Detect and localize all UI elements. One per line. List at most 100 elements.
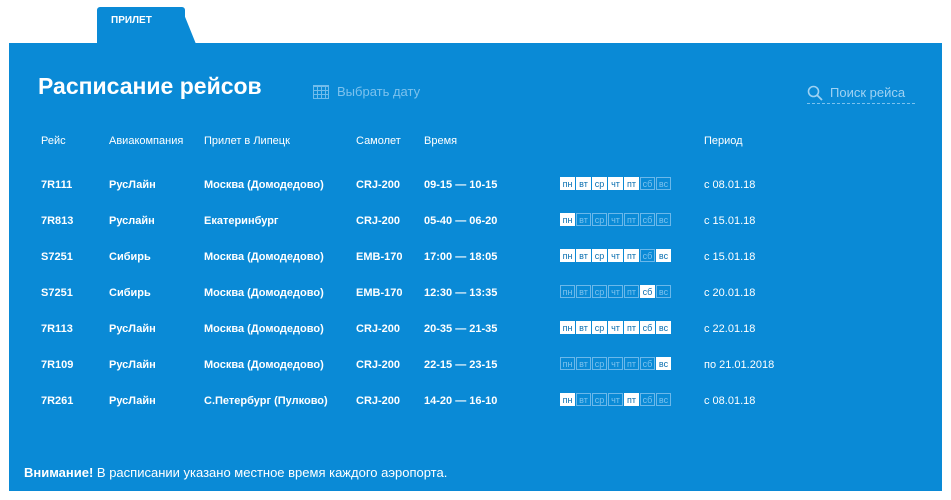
- weekday-inactive: пн: [560, 357, 575, 370]
- weekday-active: вс: [656, 357, 671, 370]
- table-row: S7251 Сибирь Москва (Домодедово) EMB-170 17:…: [9, 247, 942, 267]
- weekday-active: пт: [624, 177, 639, 190]
- weekday-active: чт: [608, 249, 623, 262]
- cell-flight: 7R113: [41, 323, 73, 335]
- weekday-active: чт: [608, 177, 623, 190]
- cell-aircraft: CRJ-200: [356, 179, 401, 191]
- cell-period: с 15.01.18: [704, 215, 756, 227]
- weekday-inactive: вт: [576, 393, 591, 406]
- weekday-inactive: сб: [640, 357, 655, 370]
- weekday-inactive: вс: [656, 213, 671, 226]
- search-icon: [807, 85, 823, 101]
- cell-period: с 22.01.18: [704, 323, 756, 335]
- weekday-inactive: чт: [608, 357, 623, 370]
- column-header-arrival: Прилет в Липецк: [204, 135, 290, 147]
- weekday-inactive: сб: [640, 249, 655, 262]
- weekday-indicators: пн вт ср чт пт сб вс: [560, 285, 671, 298]
- cell-airline: РусЛайн: [109, 179, 156, 191]
- cell-origin: С.Петербург (Пулково): [204, 395, 328, 407]
- cell-origin: Москва (Домодедово): [204, 359, 324, 371]
- table-row: 7R261 РусЛайн С.Петербург (Пулково) CRJ-200…: [9, 391, 942, 411]
- weekday-inactive: ср: [592, 213, 607, 226]
- notice-warning: Внимание!: [24, 465, 94, 480]
- page-title: Расписание рейсов: [38, 73, 262, 99]
- table-row: 7R813 Руслайн Екатеринбург CRJ-200 05-40 — 0…: [9, 211, 942, 231]
- weekday-active: пн: [560, 393, 575, 406]
- weekday-inactive: чт: [608, 285, 623, 298]
- cell-origin: Екатеринбург: [204, 215, 279, 227]
- cell-time: 20-35 — 21-35: [424, 323, 498, 335]
- weekday-active: ср: [592, 321, 607, 334]
- weekday-active: чт: [608, 321, 623, 334]
- cell-time: 22-15 — 23-15: [424, 359, 498, 371]
- weekday-active: вс: [656, 321, 671, 334]
- table-row: S7251 Сибирь Москва (Домодедово) EMB-170 12:…: [9, 283, 942, 303]
- weekday-active: вс: [656, 249, 671, 262]
- weekday-indicators: пн вт ср чт пт сб вс: [560, 177, 671, 190]
- weekday-active: пн: [560, 177, 575, 190]
- weekday-inactive: сб: [640, 213, 655, 226]
- select-date-label: Выбрать дату: [337, 84, 421, 99]
- search-label: Поиск рейса: [830, 85, 906, 100]
- weekday-active: пт: [624, 249, 639, 262]
- cell-aircraft: CRJ-200: [356, 215, 401, 227]
- tab-arrivals-label: ПРИЛЕТ: [111, 15, 152, 26]
- weekday-inactive: ср: [592, 285, 607, 298]
- weekday-inactive: ср: [592, 393, 607, 406]
- weekday-active: ср: [592, 249, 607, 262]
- weekday-inactive: пт: [624, 285, 639, 298]
- weekday-inactive: ср: [592, 357, 607, 370]
- cell-flight: 7R109: [41, 359, 74, 371]
- column-header-time: Время: [424, 135, 458, 147]
- weekday-indicators: пн вт ср чт пт сб вс: [560, 321, 671, 334]
- cell-time: 05-40 — 06-20: [424, 215, 498, 227]
- cell-period: с 08.01.18: [704, 395, 756, 407]
- weekday-inactive: вс: [656, 393, 671, 406]
- cell-origin: Москва (Домодедово): [204, 287, 324, 299]
- weekday-inactive: чт: [608, 213, 623, 226]
- cell-airline: РусЛайн: [109, 395, 156, 407]
- cell-time: 17:00 — 18:05: [424, 251, 498, 263]
- weekday-indicators: пн вт ср чт пт сб вс: [560, 393, 671, 406]
- weekday-active: ср: [592, 177, 607, 190]
- weekday-active: пн: [560, 321, 575, 334]
- weekday-active: вт: [576, 249, 591, 262]
- cell-origin: Москва (Домодедово): [204, 251, 324, 263]
- weekday-inactive: пт: [624, 213, 639, 226]
- cell-period: по 21.01.2018: [704, 359, 775, 371]
- cell-flight: 7R111: [41, 179, 73, 191]
- weekday-active: сб: [640, 321, 655, 334]
- cell-origin: Москва (Домодедово): [204, 323, 324, 335]
- weekday-inactive: вс: [656, 285, 671, 298]
- cell-origin: Москва (Домодедово): [204, 179, 324, 191]
- cell-airline: Руслайн: [109, 215, 155, 227]
- weekday-inactive: вс: [656, 177, 671, 190]
- timezone-notice: Внимание! В расписании указано местное в…: [24, 465, 447, 480]
- weekday-active: вт: [576, 321, 591, 334]
- weekday-inactive: пт: [624, 357, 639, 370]
- cell-flight: 7R813: [41, 215, 74, 227]
- cell-period: с 20.01.18: [704, 287, 756, 299]
- weekday-inactive: сб: [640, 177, 655, 190]
- cell-aircraft: CRJ-200: [356, 395, 401, 407]
- weekday-active: пт: [624, 321, 639, 334]
- cell-time: 09-15 — 10-15: [424, 179, 498, 191]
- weekday-inactive: сб: [640, 393, 655, 406]
- weekday-inactive: чт: [608, 393, 623, 406]
- select-date-button[interactable]: Выбрать дату: [313, 84, 420, 99]
- cell-flight: S7251: [41, 287, 73, 299]
- cell-airline: Сибирь: [109, 287, 151, 299]
- flight-search[interactable]: Поиск рейса: [807, 82, 915, 104]
- cell-period: с 15.01.18: [704, 251, 756, 263]
- cell-aircraft: CRJ-200: [356, 323, 401, 335]
- column-header-aircraft: Самолет: [356, 135, 401, 147]
- weekday-active: пт: [624, 393, 639, 406]
- cell-flight: S7251: [41, 251, 73, 263]
- column-header-flight: Рейс: [41, 135, 66, 147]
- table-row: 7R113 РусЛайн Москва (Домодедово) CRJ-200 20…: [9, 319, 942, 339]
- weekday-inactive: вт: [576, 213, 591, 226]
- weekday-inactive: пн: [560, 285, 575, 298]
- cell-time: 14-20 — 16-10: [424, 395, 498, 407]
- weekday-active: сб: [640, 285, 655, 298]
- cell-flight: 7R261: [41, 395, 74, 407]
